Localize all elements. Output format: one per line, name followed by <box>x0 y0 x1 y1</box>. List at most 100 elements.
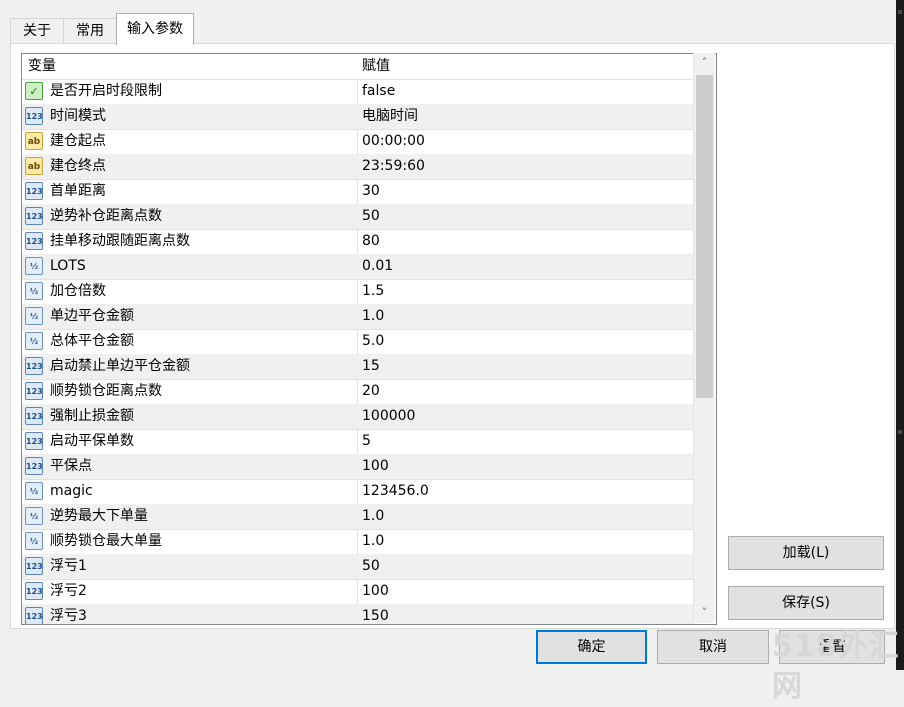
parameter-row[interactable]: ✓ 是否开启时段限制 false <box>22 79 694 105</box>
double-type-icon: ½ <box>25 282 43 300</box>
parameter-row[interactable]: ½ 单边平仓金额 1.0 <box>22 304 694 330</box>
parameter-name: 逆势最大下单量 <box>50 508 148 524</box>
parameter-name: 顺势锁仓距离点数 <box>50 383 162 399</box>
parameter-value[interactable]: 100000 <box>362 404 692 429</box>
cancel-button[interactable]: 取消 <box>657 630 769 664</box>
load-button[interactable]: 加载(L) <box>728 536 884 570</box>
string-type-icon: ab <box>25 157 43 175</box>
parameter-name: 浮亏2 <box>50 583 87 599</box>
parameter-row[interactable]: 123 挂单移动跟随距离点数 80 <box>22 229 694 255</box>
parameter-row[interactable]: ab 建仓起点 00:00:00 <box>22 129 694 155</box>
parameter-value[interactable]: 5 <box>362 429 692 454</box>
integer-type-icon: 123 <box>25 382 43 400</box>
edge-dot <box>898 10 902 14</box>
integer-type-icon: 123 <box>25 582 43 600</box>
parameter-row[interactable]: ½ LOTS 0.01 <box>22 254 694 280</box>
parameter-name: 加仓倍数 <box>50 283 106 299</box>
parameter-value[interactable]: 80 <box>362 229 692 254</box>
tab-about[interactable]: 关于 <box>10 18 64 44</box>
parameter-value[interactable]: 1.5 <box>362 279 692 304</box>
scrollbar-thumb[interactable] <box>696 75 713 398</box>
parameter-row[interactable]: 123 启动平保单数 5 <box>22 429 694 455</box>
integer-type-icon: 123 <box>25 557 43 575</box>
parameter-name: LOTS <box>50 258 86 274</box>
parameter-value[interactable]: 100 <box>362 454 692 479</box>
parameter-row[interactable]: ½ 加仓倍数 1.5 <box>22 279 694 305</box>
tab-inputs[interactable]: 输入参数 <box>116 13 194 45</box>
parameter-name: 浮亏3 <box>50 608 87 624</box>
parameter-name: 建仓起点 <box>50 133 106 149</box>
parameter-value[interactable]: 电脑时间 <box>362 104 692 129</box>
vertical-scrollbar[interactable]: ˄ ˅ <box>693 53 715 623</box>
parameter-row[interactable]: 123 时间模式 电脑时间 <box>22 104 694 130</box>
parameter-value[interactable]: 23:59:60 <box>362 154 692 179</box>
parameter-row[interactable]: ½ magic 123456.0 <box>22 479 694 505</box>
scroll-up-icon[interactable]: ˄ <box>694 53 715 73</box>
parameter-value[interactable]: 150 <box>362 604 692 624</box>
double-type-icon: ½ <box>25 507 43 525</box>
parameter-row[interactable]: 123 浮亏3 150 <box>22 604 694 624</box>
grid-header: 变量 赋值 <box>22 54 694 80</box>
background-window-edge <box>896 0 904 670</box>
parameter-row[interactable]: ab 建仓终点 23:59:60 <box>22 154 694 180</box>
parameter-row[interactable]: 123 平保点 100 <box>22 454 694 480</box>
scroll-down-icon[interactable]: ˅ <box>694 603 715 623</box>
parameter-value[interactable]: 0.01 <box>362 254 692 279</box>
double-type-icon: ½ <box>25 257 43 275</box>
tab-common[interactable]: 常用 <box>63 18 117 44</box>
parameter-name: 平保点 <box>50 458 92 474</box>
parameter-row[interactable]: 123 启动禁止单边平仓金额 15 <box>22 354 694 380</box>
edge-dot <box>898 430 902 434</box>
integer-type-icon: 123 <box>25 607 43 624</box>
parameter-value[interactable]: 1.0 <box>362 304 692 329</box>
integer-type-icon: 123 <box>25 232 43 250</box>
integer-type-icon: 123 <box>25 432 43 450</box>
parameter-value[interactable]: 100 <box>362 579 692 604</box>
parameter-name: 逆势补仓距离点数 <box>50 208 162 224</box>
parameter-name: 浮亏1 <box>50 558 87 574</box>
parameter-name: 启动平保单数 <box>50 433 134 449</box>
watermark-logo: 518外汇网 <box>772 629 900 704</box>
parameter-value[interactable]: 30 <box>362 179 692 204</box>
double-type-icon: ½ <box>25 307 43 325</box>
parameter-value[interactable]: 1.0 <box>362 529 692 554</box>
parameter-row[interactable]: 123 顺势锁仓距离点数 20 <box>22 379 694 405</box>
parameter-row[interactable]: ½ 逆势最大下单量 1.0 <box>22 504 694 530</box>
integer-type-icon: 123 <box>25 457 43 475</box>
parameter-value[interactable]: 50 <box>362 204 692 229</box>
parameter-value[interactable]: 20 <box>362 379 692 404</box>
parameter-name: 首单距离 <box>50 183 106 199</box>
parameter-row[interactable]: 123 逆势补仓距离点数 50 <box>22 204 694 230</box>
parameter-row[interactable]: ½ 顺势锁仓最大单量 1.0 <box>22 529 694 555</box>
save-button[interactable]: 保存(S) <box>728 586 884 620</box>
parameter-name: magic <box>50 483 93 499</box>
parameter-value[interactable]: 1.0 <box>362 504 692 529</box>
parameter-row[interactable]: 123 首单距离 30 <box>22 179 694 205</box>
integer-type-icon: 123 <box>25 107 43 125</box>
column-header-value[interactable]: 赋值 <box>362 54 692 79</box>
parameter-name: 时间模式 <box>50 108 106 124</box>
column-header-variable[interactable]: 变量 <box>28 54 333 79</box>
double-type-icon: ½ <box>25 332 43 350</box>
parameter-name: 是否开启时段限制 <box>50 83 162 99</box>
parameter-row[interactable]: ½ 总体平仓金额 5.0 <box>22 329 694 355</box>
double-type-icon: ½ <box>25 482 43 500</box>
parameter-row[interactable]: 123 浮亏1 50 <box>22 554 694 580</box>
tab-bar: 关于 常用 输入参数 <box>0 0 896 45</box>
ok-button[interactable]: 确定 <box>536 630 647 664</box>
integer-type-icon: 123 <box>25 407 43 425</box>
parameter-value[interactable]: 123456.0 <box>362 479 692 504</box>
parameter-value[interactable]: false <box>362 79 692 104</box>
parameters-grid[interactable]: 变量 赋值 ✓ 是否开启时段限制 false 123 时间模式 电脑时间 ab 建仓起点 00:… <box>21 53 717 625</box>
integer-type-icon: 123 <box>25 207 43 225</box>
parameter-name: 挂单移动跟随距离点数 <box>50 233 190 249</box>
double-type-icon: ½ <box>25 532 43 550</box>
parameter-row[interactable]: 123 浮亏2 100 <box>22 579 694 605</box>
parameter-row[interactable]: 123 强制止损金额 100000 <box>22 404 694 430</box>
parameter-value[interactable]: 50 <box>362 554 692 579</box>
integer-type-icon: 123 <box>25 357 43 375</box>
parameter-value[interactable]: 00:00:00 <box>362 129 692 154</box>
integer-type-icon: 123 <box>25 182 43 200</box>
parameter-value[interactable]: 5.0 <box>362 329 692 354</box>
parameter-value[interactable]: 15 <box>362 354 692 379</box>
